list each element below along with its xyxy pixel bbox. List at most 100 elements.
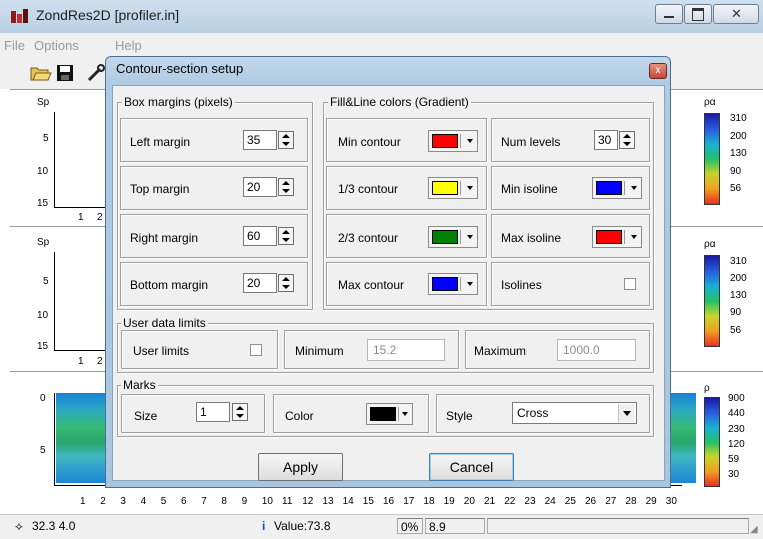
panel3-xtick: 22 [504,496,516,507]
right-margin-spinner[interactable] [278,227,294,245]
panel1-scale-value: 200 [730,131,747,142]
menu-file[interactable]: File [4,38,25,53]
panel3-xtick: 24 [544,496,556,507]
num-levels-label: Num levels [501,135,561,149]
maximum-input[interactable]: 1000.0 [557,339,636,361]
cancel-button[interactable]: Cancel [429,453,514,481]
left-margin-spinner[interactable] [278,131,294,149]
status-value: i Value:73.8 [260,518,395,534]
size-label: Size [134,409,158,423]
num-levels-input[interactable]: 30 [594,130,618,150]
min-isoline-color-picker[interactable] [592,177,642,199]
c13-contour-swatch [432,181,458,195]
panel2-scale-title: ρα [704,239,716,250]
box-margins-label: Box margins (pixels) [122,95,235,109]
size-input[interactable]: 1 [196,402,230,422]
open-folder-icon[interactable] [30,64,52,82]
panel1-xtick: 2 [97,212,103,223]
panel3-xtick: 17 [403,496,415,507]
minimum-input[interactable]: 15.2 [367,339,445,361]
isolines-checkbox[interactable] [624,278,636,290]
dialog-title: Contour-section setup [116,61,244,76]
dialog-close-button[interactable]: x [649,63,667,79]
status-coords: ⟡ 32.3 4.0 [15,518,258,534]
min-isoline-label: Min isoline [501,182,558,196]
isolines-label: Isolines [501,278,542,292]
panel3-scale-value: 59 [728,454,740,465]
chevron-down-icon [467,282,473,286]
panel1-ytick: 15 [37,198,49,209]
pointer-icon: ⟡ [15,519,23,533]
apply-button[interactable]: Apply [258,453,343,481]
resize-grip-icon[interactable]: ◢ [750,524,758,535]
bottom-margin-input[interactable]: 20 [243,273,277,293]
panel3-xtick: 10 [261,496,273,507]
bottom-margin-spinner[interactable] [278,274,294,292]
panel1-xtick: 1 [78,212,84,223]
panel3-scale-value: 120 [728,439,745,450]
status-extra: 8.9 [425,518,485,534]
panel3-xtick: 11 [282,496,293,507]
user-limits-group-label: User data limits [121,316,208,330]
status-coords-text: 32.3 4.0 [32,519,76,533]
panel3-scale-value: 30 [728,469,740,480]
app-icon [11,9,28,23]
status-percent: 0% [397,518,423,534]
marks-color-picker[interactable] [366,403,413,425]
panel3-xtick: 23 [524,496,536,507]
tools-icon[interactable] [86,63,106,83]
panel3-ytick: 5 [40,445,46,456]
panel1-axis-label: Sp [37,97,50,108]
panel1-ytick: 10 [37,166,49,177]
panel3-xtick: 6 [181,496,187,507]
minimize-button[interactable] [655,4,683,24]
panel1-ytick: 5 [43,133,49,144]
panel3-scale-title: ρ [704,383,710,394]
panel3-xtick: 18 [423,496,435,507]
panel3-xtick: 29 [645,496,657,507]
minimize-icon [664,16,674,18]
menu-options[interactable]: Options [34,38,79,53]
min-contour-swatch [432,134,458,148]
maximize-button[interactable] [684,4,712,24]
top-margin-spinner[interactable] [278,178,294,196]
max-isoline-color-picker[interactable] [592,226,642,248]
menu-help[interactable]: Help [115,38,142,53]
size-spinner[interactable] [232,403,248,421]
marks-color-swatch [370,407,396,421]
chevron-down-icon [467,235,473,239]
panel2-scale-value: 310 [730,256,747,267]
min-contour-color-picker[interactable] [428,130,478,152]
user-limits-label: User limits [133,344,189,358]
close-window-button[interactable]: ✕ [713,4,759,24]
style-label: Style [446,409,473,423]
panel3-y-axis [54,393,55,485]
left-margin-label: Left margin [130,135,191,149]
num-levels-spinner[interactable] [619,131,635,149]
c23-contour-swatch [432,230,458,244]
save-icon[interactable] [56,64,74,82]
panel3-xtick: 15 [362,496,374,507]
right-margin-input[interactable]: 60 [243,226,277,246]
c23-contour-color-picker[interactable] [428,226,478,248]
user-limits-checkbox[interactable] [250,344,262,356]
style-select[interactable]: Cross [512,402,637,424]
panel2-ytick: 15 [37,341,49,352]
panel3-ytick: 0 [40,393,46,404]
c13-contour-color-picker[interactable] [428,177,478,199]
panel3-xtick: 30 [665,496,677,507]
panel3-xtick: 13 [322,496,334,507]
panel3-xtick: 9 [241,496,248,507]
panel3-xtick: 16 [383,496,395,507]
panel2-axis-label: Sp [37,237,50,248]
max-contour-color-picker[interactable] [428,273,478,295]
panel3-xtick: 8 [221,496,227,507]
left-margin-input[interactable]: 35 [243,130,277,150]
panel1-scale-title: ρα [704,97,716,108]
min-contour-label: Min contour [338,135,401,149]
panel2-scale-value: 200 [730,273,747,284]
top-margin-input[interactable]: 20 [243,177,277,197]
panel3-xtick: 5 [160,496,167,507]
panel2-xtick: 1 [78,356,84,367]
panel1-x-axis [54,207,109,208]
